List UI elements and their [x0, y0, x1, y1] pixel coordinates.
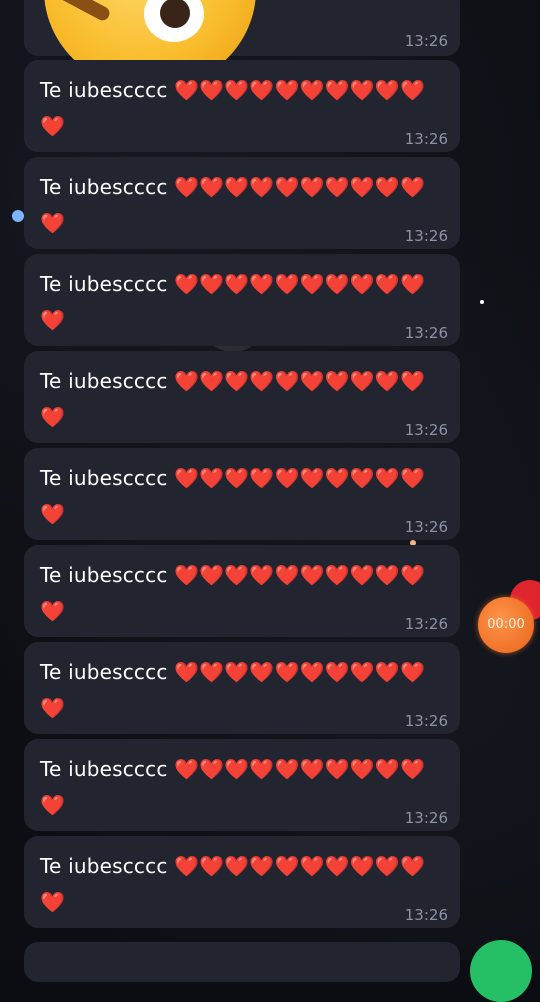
sparkle	[480, 300, 484, 304]
message-text: Te iubescccc ❤️❤️❤️❤️❤️❤️❤️❤️❤️❤️❤️	[40, 78, 426, 138]
message-input-bar[interactable]	[24, 942, 460, 982]
message-time: 13:26	[404, 615, 448, 633]
message-bubble[interactable]: Te iubescccc ❤️❤️❤️❤️❤️❤️❤️❤️❤️❤️❤️ 13:2…	[24, 448, 460, 540]
message-bubble[interactable]: Te iubescccc ❤️❤️❤️❤️❤️❤️❤️❤️❤️❤️❤️ 13:2…	[24, 157, 460, 249]
message-time: 13:26	[404, 809, 448, 827]
message-text: Te iubescccc ❤️❤️❤️❤️❤️❤️❤️❤️❤️❤️❤️	[40, 369, 426, 429]
emoji-pupil	[160, 0, 190, 28]
message-bubble[interactable]: Te iubescccc ❤️❤️❤️❤️❤️❤️❤️❤️❤️❤️❤️ 13:2…	[24, 642, 460, 734]
message-bubble[interactable]: Te iubescccc ❤️❤️❤️❤️❤️❤️❤️❤️❤️❤️❤️ 13:2…	[24, 254, 460, 346]
sparkle	[12, 210, 24, 222]
message-time: 13:26	[404, 227, 448, 245]
message-bubble[interactable]: Te iubescccc ❤️❤️❤️❤️❤️❤️❤️❤️❤️❤️❤️ 13:2…	[24, 351, 460, 443]
message-bubble[interactable]: Te iubescccc ❤️❤️❤️❤️❤️❤️❤️❤️❤️❤️❤️ 13:2…	[24, 60, 460, 152]
message-text: Te iubescccc ❤️❤️❤️❤️❤️❤️❤️❤️❤️❤️❤️	[40, 563, 426, 623]
message-time: 13:26	[404, 32, 448, 50]
message-time: 13:26	[404, 324, 448, 342]
message-text: Te iubescccc ❤️❤️❤️❤️❤️❤️❤️❤️❤️❤️❤️	[40, 272, 426, 332]
message-bubble[interactable]: Te iubescccc ❤️❤️❤️❤️❤️❤️❤️❤️❤️❤️❤️ 13:2…	[24, 739, 460, 831]
message-time: 13:26	[404, 712, 448, 730]
emoji-eye	[144, 0, 204, 42]
send-icon[interactable]	[470, 940, 532, 1002]
voice-record-timer-button[interactable]: 00:00	[478, 597, 534, 653]
message-time: 13:26	[404, 518, 448, 536]
message-time: 13:26	[404, 130, 448, 148]
message-text: Te iubescccc ❤️❤️❤️❤️❤️❤️❤️❤️❤️❤️❤️	[40, 466, 426, 526]
message-bubble[interactable]: Te iubescccc ❤️❤️❤️❤️❤️❤️❤️❤️❤️❤️❤️ 13:2…	[24, 545, 460, 637]
message-text: Te iubescccc ❤️❤️❤️❤️❤️❤️❤️❤️❤️❤️❤️	[40, 175, 426, 235]
message-time: 13:26	[404, 421, 448, 439]
message-time: 13:26	[404, 906, 448, 924]
message-bubble[interactable]: Te iubescccc ❤️❤️❤️❤️❤️❤️❤️❤️❤️❤️❤️ 13:2…	[24, 836, 460, 928]
message-text: Te iubescccc ❤️❤️❤️❤️❤️❤️❤️❤️❤️❤️❤️	[40, 854, 426, 914]
message-text: Te iubescccc ❤️❤️❤️❤️❤️❤️❤️❤️❤️❤️❤️	[40, 757, 426, 817]
message-text: Te iubescccc ❤️❤️❤️❤️❤️❤️❤️❤️❤️❤️❤️	[40, 660, 426, 720]
emoji-brow	[54, 0, 112, 23]
